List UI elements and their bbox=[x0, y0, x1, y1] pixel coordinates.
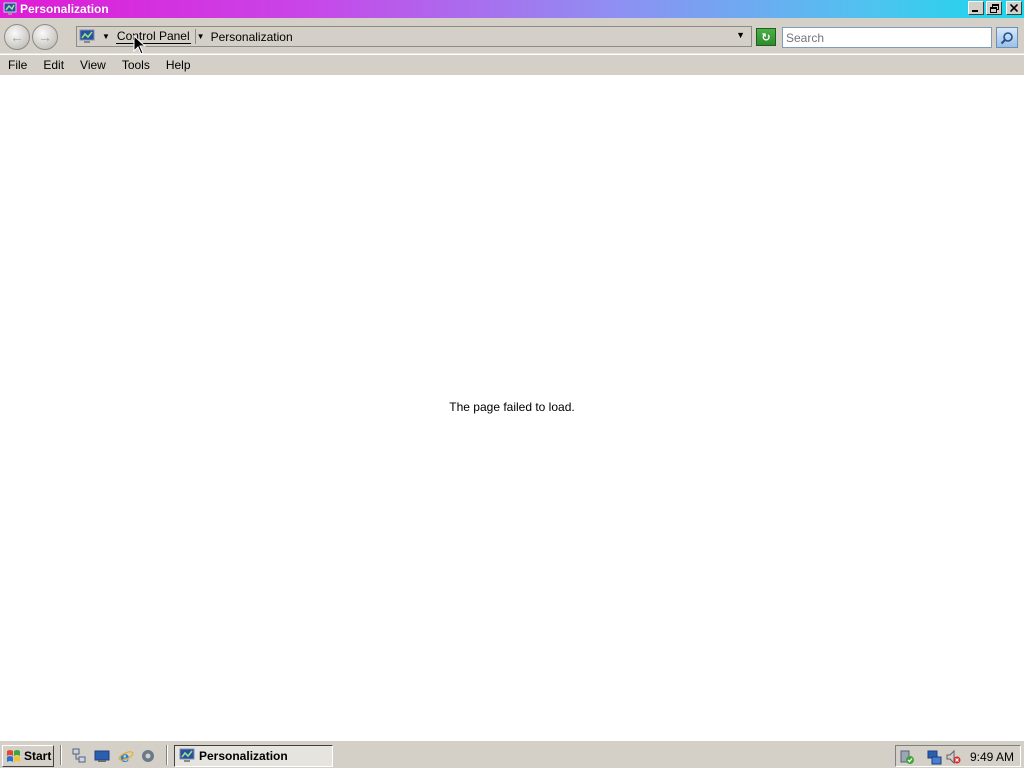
back-arrow-icon: ← bbox=[10, 29, 24, 45]
taskbar-separator bbox=[60, 745, 62, 765]
address-bar[interactable]: ▼ Control Panel ▼ Personalization ▼ bbox=[76, 26, 752, 47]
close-button[interactable] bbox=[1006, 1, 1022, 15]
minimize-icon bbox=[972, 10, 978, 12]
taskbar-separator bbox=[166, 745, 168, 765]
network-icon[interactable] bbox=[70, 747, 88, 765]
personalization-monitor-icon bbox=[3, 2, 17, 16]
address-history-dropdown-icon[interactable]: ▼ bbox=[736, 30, 745, 40]
breadcrumb-personalization[interactable]: Personalization bbox=[210, 30, 294, 44]
content-area: The page failed to load. bbox=[0, 75, 1024, 740]
internet-explorer-icon[interactable]: e bbox=[117, 747, 135, 765]
start-label: Start bbox=[24, 749, 52, 763]
security-shield-icon[interactable] bbox=[898, 748, 916, 766]
breadcrumb-control-panel[interactable]: Control Panel bbox=[115, 29, 191, 44]
menu-view[interactable]: View bbox=[72, 58, 114, 72]
clock[interactable]: 9:49 AM bbox=[970, 750, 1014, 764]
refresh-icon: ↻ bbox=[761, 31, 771, 44]
search-icon bbox=[1000, 31, 1013, 44]
menu-help[interactable]: Help bbox=[158, 58, 199, 72]
refresh-button[interactable]: ↻ bbox=[756, 28, 776, 46]
breadcrumb-separator-dropdown[interactable]: ▼ bbox=[194, 29, 206, 44]
start-button[interactable]: Start bbox=[2, 745, 54, 767]
close-icon bbox=[1010, 4, 1018, 12]
task-label: Personalization bbox=[199, 749, 288, 763]
menu-bar: File Edit View Tools Help bbox=[0, 55, 1024, 75]
windows-logo-icon bbox=[7, 750, 20, 762]
taskbar-button-personalization[interactable]: Personalization bbox=[174, 745, 333, 767]
search-input[interactable] bbox=[782, 27, 992, 48]
navigation-bar: ← → ▼ Control Panel ▼ Personalization ▼ … bbox=[0, 18, 1024, 54]
volume-muted-icon[interactable] bbox=[944, 748, 962, 766]
minimize-button[interactable] bbox=[968, 1, 984, 15]
menu-edit[interactable]: Edit bbox=[35, 58, 72, 72]
mouse-cursor-icon bbox=[133, 35, 147, 55]
location-dropdown-icon[interactable]: ▼ bbox=[102, 32, 110, 41]
title-bar[interactable]: Personalization bbox=[0, 0, 1024, 18]
taskbar: Start e Personalization 9:49 AM bbox=[0, 740, 1024, 768]
menu-tools[interactable]: Tools bbox=[114, 58, 158, 72]
back-button[interactable]: ← bbox=[4, 24, 30, 50]
show-desktop-icon[interactable] bbox=[93, 747, 111, 765]
restore-button[interactable] bbox=[986, 1, 1002, 15]
window-title: Personalization bbox=[20, 2, 109, 16]
personalization-monitor-icon bbox=[79, 29, 95, 45]
restore-icon bbox=[989, 3, 999, 13]
search-button[interactable] bbox=[996, 27, 1018, 48]
personalization-monitor-icon bbox=[179, 748, 195, 762]
network-status-icon[interactable] bbox=[926, 748, 944, 766]
forward-button[interactable]: → bbox=[32, 24, 58, 50]
forward-arrow-icon: → bbox=[38, 29, 52, 45]
media-icon[interactable] bbox=[139, 747, 157, 765]
menu-file[interactable]: File bbox=[0, 58, 35, 72]
error-message: The page failed to load. bbox=[449, 400, 575, 414]
system-tray: 9:49 AM bbox=[895, 745, 1021, 767]
